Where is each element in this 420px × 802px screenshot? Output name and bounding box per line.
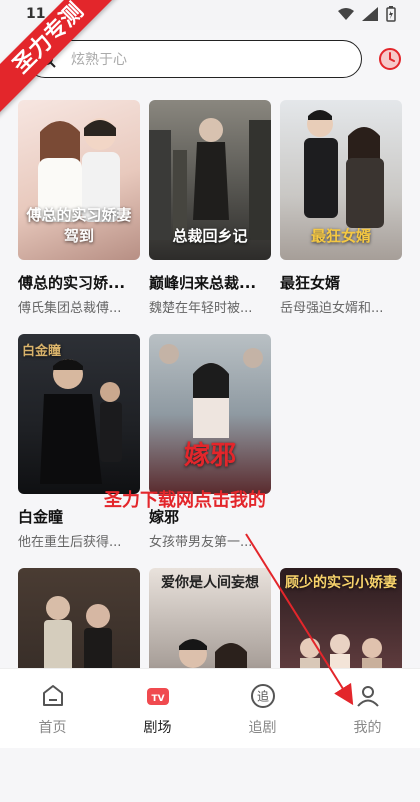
svg-text:追: 追 — [256, 689, 268, 704]
drama-card[interactable]: 傅总的实习娇妻驾到 傅总的实习娇... 傅氏集团总裁傅... — [18, 100, 140, 334]
nav-label: 我的 — [353, 720, 382, 736]
drama-card[interactable]: 白金瞳 白金瞳 他在重生后获得... — [18, 334, 140, 568]
svg-text:TV: TV — [151, 694, 164, 704]
search-input[interactable] — [69, 47, 353, 73]
nav-label: 剧场 — [143, 720, 172, 736]
drama-desc: 女孩带男友第一... — [149, 535, 253, 550]
drama-title: 傅总的实习娇... — [18, 274, 126, 292]
drama-poster: 总裁回乡记 — [149, 100, 271, 260]
nav-home[interactable]: 首页 — [0, 669, 105, 748]
signal-icon — [362, 7, 378, 21]
drama-desc: 魏楚在年轻时被... — [149, 301, 253, 316]
poster-title: 爱你是人间妄想 — [161, 575, 259, 591]
drama-desc: 他在重生后获得... — [18, 535, 122, 550]
clock-icon[interactable] — [378, 47, 402, 71]
drama-title: 巅峰归来总裁... — [149, 274, 257, 292]
nav-profile[interactable]: 我的 — [315, 669, 420, 748]
watermark-overlay-text: 圣力下载网点击我的 — [104, 490, 266, 511]
profile-icon — [356, 686, 379, 707]
poster-title: 最狂女婿 — [310, 227, 371, 245]
nav-label: 追剧 — [248, 720, 277, 736]
wifi-icon — [338, 8, 354, 20]
bottom-nav: 首页 TV 剧场 追 追剧 我的 — [0, 668, 420, 748]
drama-card[interactable]: 最狂女婿 最狂女婿 岳母强迫女婿和... — [280, 100, 402, 334]
poster-title: 总裁回乡记 — [172, 227, 248, 245]
nav-label: 首页 — [38, 720, 67, 736]
tv-icon: TV — [146, 688, 169, 705]
drama-card[interactable]: 嫁邪 嫁邪 女孩带男友第一... — [149, 334, 271, 568]
follow-icon: 追 — [250, 684, 275, 708]
poster-title: 白金瞳 — [22, 344, 62, 359]
nav-follow[interactable]: 追 追剧 — [210, 669, 315, 748]
drama-desc: 傅氏集团总裁傅... — [18, 301, 122, 316]
home-icon — [42, 685, 63, 706]
poster-title: 顾少的实习小娇妻 — [285, 575, 397, 591]
drama-poster: 白金瞳 — [18, 334, 140, 494]
poster-title: 傅总的实习娇妻驾到 — [26, 206, 132, 245]
drama-card-empty — [280, 334, 402, 568]
drama-card[interactable]: 总裁回乡记 巅峰归来总裁... 魏楚在年轻时被... — [149, 100, 271, 334]
drama-poster: 最狂女婿 — [280, 100, 402, 260]
drama-desc: 岳母强迫女婿和... — [280, 301, 384, 316]
battery-icon — [386, 6, 396, 22]
drama-poster: 嫁邪 — [149, 334, 271, 494]
nav-theater[interactable]: TV 剧场 — [105, 669, 210, 748]
search-bar[interactable] — [26, 40, 362, 78]
drama-title: 最狂女婿 — [280, 274, 341, 292]
drama-poster: 傅总的实习娇妻驾到 — [18, 100, 140, 260]
poster-title: 嫁邪 — [183, 441, 236, 471]
status-icons — [338, 6, 396, 22]
